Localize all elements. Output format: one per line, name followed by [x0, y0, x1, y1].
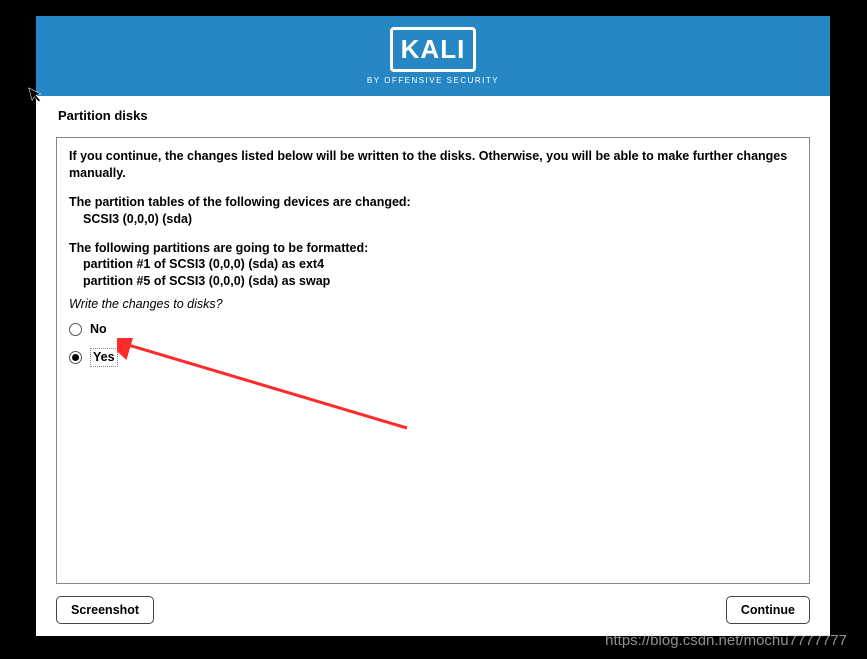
header-band: KALI BY OFFENSIVE SECURITY [36, 16, 830, 96]
tables-heading: The partition tables of the following de… [69, 194, 797, 211]
screenshot-button[interactable]: Screenshot [56, 596, 154, 624]
continue-button[interactable]: Continue [726, 596, 810, 624]
radio-dot-icon [72, 354, 79, 361]
radio-icon [69, 323, 82, 336]
radio-option-no[interactable]: No [69, 321, 797, 338]
radio-label-no: No [90, 321, 107, 338]
logo-subtitle: BY OFFENSIVE SECURITY [367, 76, 499, 85]
radio-icon [69, 351, 82, 364]
format-line2: partition #5 of SCSI3 (0,0,0) (sda) as s… [83, 273, 797, 290]
installer-window: KALI BY OFFENSIVE SECURITY Partition dis… [36, 16, 830, 636]
format-heading: The following partitions are going to be… [69, 240, 797, 257]
watermark-text: https://blog.csdn.net/mochu7777777 [605, 632, 847, 649]
radio-option-yes[interactable]: Yes [69, 348, 797, 367]
content-area: Partition disks If you continue, the cha… [36, 96, 830, 584]
main-panel: If you continue, the changes listed belo… [56, 137, 810, 584]
format-block: The following partitions are going to be… [69, 240, 797, 291]
partition-tables-block: The partition tables of the following de… [69, 194, 797, 228]
tables-device: SCSI3 (0,0,0) (sda) [83, 211, 797, 228]
write-question: Write the changes to disks? [69, 296, 797, 313]
kali-logo: KALI [390, 27, 477, 72]
warning-text: If you continue, the changes listed belo… [69, 148, 797, 182]
page-title: Partition disks [58, 108, 810, 123]
button-bar: Screenshot Continue [36, 584, 830, 636]
format-line1: partition #1 of SCSI3 (0,0,0) (sda) as e… [83, 256, 797, 273]
radio-label-yes: Yes [90, 348, 118, 367]
logo-text: KALI [401, 34, 466, 65]
